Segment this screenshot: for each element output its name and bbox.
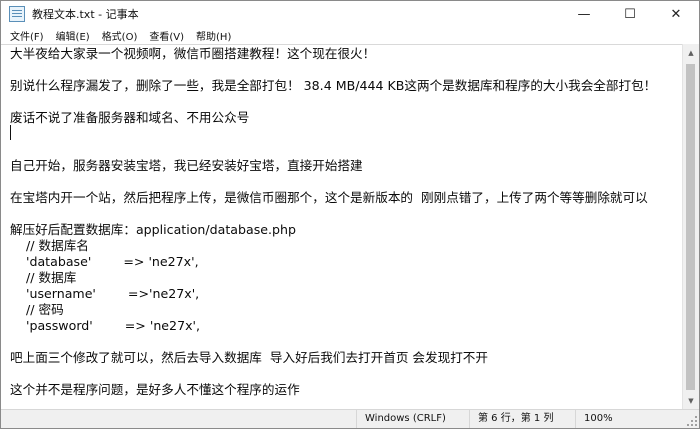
text-line: 废话不说了准备服务器和域名、不用公众号 [10, 110, 250, 125]
resize-grip-icon[interactable] [686, 415, 698, 427]
window-controls: — ☐ ✕ [561, 1, 699, 27]
close-button[interactable]: ✕ [653, 1, 699, 27]
text-caret [10, 125, 11, 140]
status-zoom: 100% [575, 410, 613, 428]
text-editor[interactable]: 大半夜给大家录一个视频啊，微信币圈搭建教程！这个现在很火！ 别说什么程序漏发了，… [1, 44, 682, 409]
notepad-window: 教程文本.txt - 记事本 — ☐ ✕ 文件(F) 编辑(E) 格式(O) 查… [0, 0, 700, 429]
text-line: 解压好后配置数据库：application/database.php [10, 222, 297, 237]
text-line: 吧上面三个修改了就可以，然后去导入数据库 导入好后我们去打开首页 会发现打不开 [10, 350, 488, 365]
text-line: 自己开始，服务器安装宝塔，我已经安装好宝塔，直接开始搭建 [10, 158, 363, 173]
menu-view[interactable]: 查看(V) [143, 28, 190, 43]
text-line: // 数据库名 [10, 238, 89, 253]
notepad-app-icon[interactable] [9, 6, 25, 22]
status-cursor-position: 第 6 行，第 1 列 [469, 410, 553, 428]
maximize-button[interactable]: ☐ [607, 1, 653, 27]
scroll-down-arrow-icon[interactable]: ▼ [683, 392, 699, 409]
menu-help[interactable]: 帮助(H) [190, 28, 237, 43]
status-bar: Windows (CRLF) 第 6 行，第 1 列 100% [1, 409, 699, 428]
text-line: 大半夜给大家录一个视频啊，微信币圈搭建教程！这个现在很火！ [10, 46, 376, 61]
minimize-button[interactable]: — [561, 1, 607, 27]
window-title: 教程文本.txt - 记事本 [32, 8, 139, 21]
menu-format[interactable]: 格式(O) [96, 28, 144, 43]
status-line-ending: Windows (CRLF) [356, 410, 446, 428]
text-line: 'username' =>'ne27x', [10, 286, 200, 301]
scroll-thumb[interactable] [686, 64, 695, 390]
menu-edit[interactable]: 编辑(E) [50, 28, 96, 43]
text-line: 'password' => 'ne27x', [10, 318, 200, 333]
text-line: 'database' => 'ne27x', [10, 254, 199, 269]
title-bar[interactable]: 教程文本.txt - 记事本 — ☐ ✕ [1, 1, 699, 27]
text-line: 这个并不是程序问题，是好多人不懂这个程序的运作 [10, 382, 300, 397]
scroll-up-arrow-icon[interactable]: ▲ [683, 44, 699, 61]
text-line: // 密码 [10, 302, 64, 317]
text-line: 在宝塔内开一个站，然后把程序上传，是微信币圈那个，这个是新版本的 刚刚点错了，上… [10, 190, 648, 205]
text-line: 别说什么程序漏发了，删除了一些，我是全部打包！ 38.4 MB/444 KB这两… [10, 78, 657, 93]
vertical-scrollbar[interactable]: ▲ ▼ [682, 44, 699, 409]
menu-file[interactable]: 文件(F) [1, 28, 50, 43]
menu-bar: 文件(F) 编辑(E) 格式(O) 查看(V) 帮助(H) [1, 27, 699, 44]
text-line: // 数据库 [10, 270, 77, 285]
